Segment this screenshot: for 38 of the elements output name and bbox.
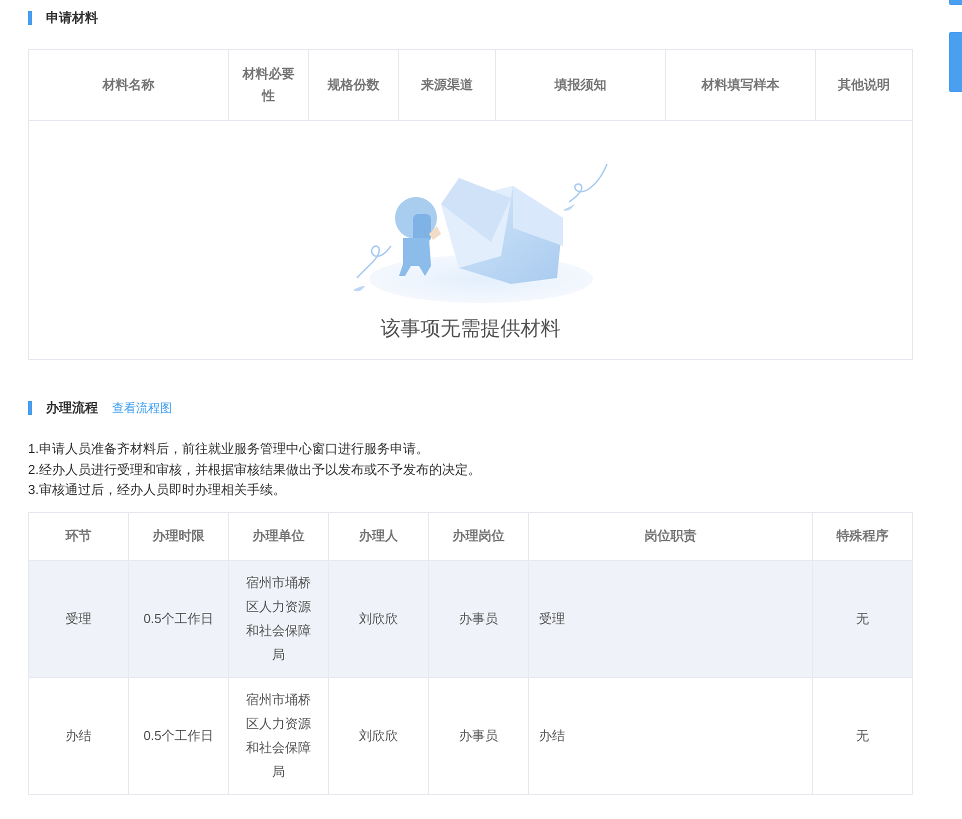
table-cell: 无	[812, 560, 912, 677]
table-cell: 办事员	[428, 560, 528, 677]
table-cell: 受理	[528, 560, 812, 677]
table-cell: 办结	[528, 677, 812, 794]
step-text: 1.申请人员准备齐材料后，前往就业服务管理中心窗口进行服务申请。	[28, 440, 430, 458]
column-header: 规格份数	[308, 50, 398, 120]
table-cell: 0.5个工作日	[128, 677, 228, 794]
section-title: 申请材料	[46, 9, 98, 27]
table-cell: 办结	[28, 677, 128, 794]
section-marker	[28, 401, 32, 415]
column-header: 办理人	[328, 512, 428, 560]
column-header: 岗位职责	[528, 512, 812, 560]
table-cell: 宿州市埇桥区人力资源和社会保障局	[228, 560, 328, 677]
section-marker	[28, 11, 32, 25]
column-header: 办理岗位	[428, 512, 528, 560]
column-header: 材料名称	[28, 50, 228, 120]
column-header: 材料填写样本	[666, 50, 816, 120]
column-header: 来源渠道	[398, 50, 496, 120]
table-cell: 0.5个工作日	[128, 560, 228, 677]
table-cell: 无	[812, 677, 912, 794]
side-tab[interactable]	[949, 32, 962, 92]
table-cell: 宿州市埇桥区人力资源和社会保障局	[228, 677, 328, 794]
step-text: 3.审核通过后，经办人员即时办理相关手续。	[28, 481, 287, 499]
flowchart-link[interactable]: 查看流程图	[112, 400, 172, 416]
column-header: 环节	[28, 512, 128, 560]
section-title: 办理流程	[46, 399, 98, 417]
column-header: 办理单位	[228, 512, 328, 560]
table-cell: 受理	[28, 560, 128, 677]
column-header: 特殊程序	[812, 512, 912, 560]
table-cell: 刘欣欣	[328, 677, 428, 794]
column-header: 办理时限	[128, 512, 228, 560]
step-text: 2.经办人员进行受理和审核，并根据审核结果做出予以发布或不予发布的决定。	[28, 460, 482, 478]
column-header: 其他说明	[816, 50, 912, 120]
column-header: 填报须知	[496, 50, 666, 120]
table-cell: 刘欣欣	[328, 560, 428, 677]
column-header: 材料必要性	[228, 50, 308, 120]
table-cell: 办事员	[428, 677, 528, 794]
empty-message: 该事项无需提供材料	[380, 317, 560, 342]
